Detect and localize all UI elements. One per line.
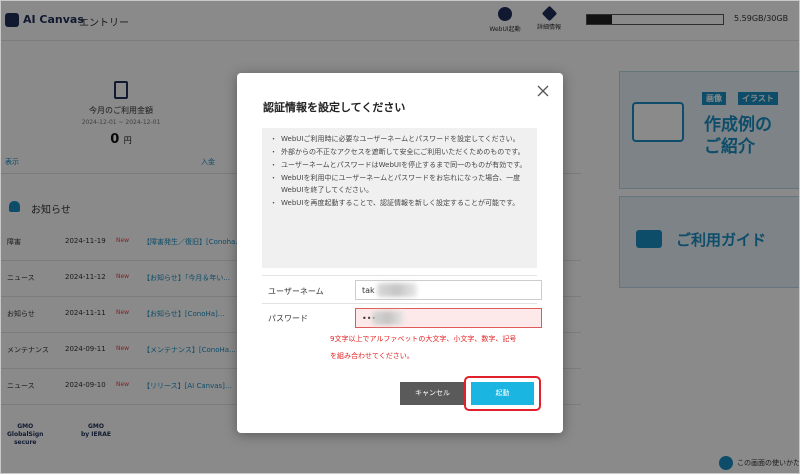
password-error-message: 9文字以上でアルファベットの大文字、小文字、数字、記号を組み合わせてください。 (330, 335, 517, 360)
cancel-button[interactable]: キャンセル (400, 382, 465, 405)
note-item: WebUIご利用時に必要なユーザーネームとパスワードを設定してください。 (270, 134, 529, 146)
password-label: パスワード (268, 314, 308, 323)
launch-button[interactable]: 起動 (471, 382, 534, 405)
username-label: ユーザーネーム (268, 287, 324, 296)
close-icon[interactable] (535, 83, 551, 99)
notes-box: WebUIご利用時に必要なユーザーネームとパスワードを設定してください。 外部か… (262, 128, 537, 268)
dialog-title: 認証情報を設定してください (263, 101, 406, 114)
password-row: パスワード (262, 303, 542, 331)
note-item: WebUIを利用中にユーザーネームとパスワードをお忘れになった場合、一度WebU… (270, 173, 529, 196)
app-window: AI Canvas エントリー WebUI起動 詳細情報 5.59GB/30GB… (0, 0, 800, 474)
note-item: WebUIを再度起動することで、認証情報を新しく設定することが可能です。 (270, 198, 529, 210)
note-item: ユーザーネームとパスワードはWebUIを停止するまで同一のものが有効です。 (270, 160, 529, 172)
username-row: ユーザーネーム (262, 275, 542, 303)
credentials-dialog: 認証情報を設定してください WebUIご利用時に必要なユーザーネームとパスワード… (237, 73, 563, 433)
redaction-blur (372, 311, 404, 325)
redaction-blur (377, 283, 417, 297)
note-item: 外部からの不正なアクセスを遮断して安全にご利用いただくためのものです。 (270, 147, 529, 159)
